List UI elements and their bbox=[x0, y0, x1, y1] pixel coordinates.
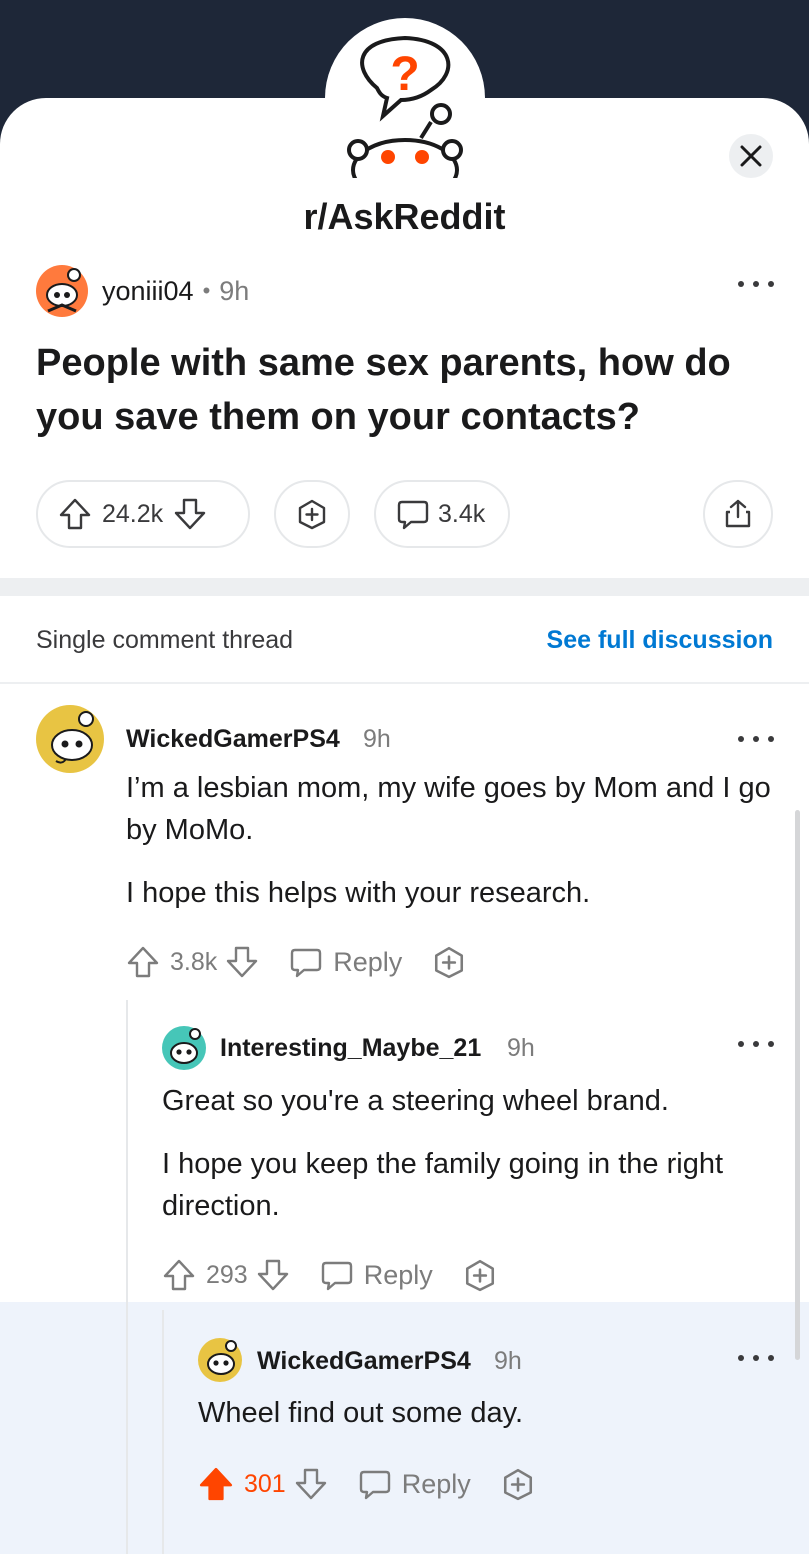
snoo-avatar-icon bbox=[198, 1338, 242, 1382]
post-age: 9h bbox=[219, 275, 250, 306]
comment-more-options-button[interactable] bbox=[738, 1352, 774, 1364]
post-share-button[interactable] bbox=[703, 480, 773, 548]
upvote-button[interactable] bbox=[198, 1466, 234, 1502]
comment-bubble-icon bbox=[321, 1261, 352, 1291]
comment-bubble-icon bbox=[291, 948, 322, 978]
comment-more-options-button[interactable] bbox=[738, 733, 774, 745]
comment-author[interactable]: WickedGamerPS4 bbox=[257, 1347, 471, 1376]
svg-text:?: ? bbox=[390, 48, 419, 101]
upvote-button[interactable] bbox=[126, 945, 160, 979]
comment-body: Great so you're a steering wheel brand. bbox=[162, 1085, 669, 1117]
post-meta: yoniii04 • 9h bbox=[36, 265, 249, 317]
upvote-arrow-icon bbox=[127, 946, 159, 978]
comment-age: 9h bbox=[494, 1347, 522, 1375]
downvote-button[interactable] bbox=[225, 945, 259, 979]
reply-button[interactable]: Reply bbox=[289, 945, 402, 979]
comment-body: I hope this helps with your research. bbox=[126, 877, 591, 909]
downvote-arrow-icon bbox=[227, 946, 258, 978]
downvote-arrow-icon bbox=[174, 498, 206, 530]
close-button[interactable] bbox=[729, 134, 773, 178]
downvote-button[interactable] bbox=[256, 1258, 290, 1292]
award-icon bbox=[503, 1468, 532, 1501]
upvote-arrow-filled-icon bbox=[199, 1467, 233, 1501]
post-author[interactable]: yoniii04 bbox=[102, 276, 194, 307]
post-comments-button[interactable]: 3.4k bbox=[374, 480, 510, 548]
award-icon bbox=[435, 946, 464, 979]
see-full-discussion-link[interactable]: See full discussion bbox=[547, 626, 773, 655]
comment-more-options-button[interactable] bbox=[738, 1038, 774, 1050]
award-button[interactable] bbox=[501, 1467, 535, 1501]
comment-body: I hope you keep the family going in the … bbox=[162, 1148, 724, 1222]
reply-label: Reply bbox=[363, 1259, 433, 1290]
thread-line[interactable] bbox=[126, 1000, 128, 1554]
comment-bubble-icon bbox=[359, 1470, 390, 1500]
downvote-button[interactable] bbox=[173, 497, 207, 531]
scrollbar[interactable] bbox=[795, 810, 800, 1360]
comment-avatar[interactable] bbox=[162, 1026, 206, 1070]
comment-author[interactable]: Interesting_Maybe_21 bbox=[220, 1034, 481, 1063]
downvote-arrow-icon bbox=[257, 1259, 288, 1291]
comment-actions: 301 Reply bbox=[198, 1466, 535, 1502]
subreddit-avatar[interactable]: ? bbox=[325, 18, 485, 178]
comment-body: I’m a lesbian mom, my wife goes by Mom a… bbox=[126, 772, 771, 846]
question-bubble-snoo-icon: ? bbox=[347, 35, 463, 178]
share-icon bbox=[725, 499, 751, 528]
downvote-button[interactable] bbox=[294, 1467, 328, 1501]
comment-avatar[interactable] bbox=[36, 705, 104, 773]
comment-actions: 293 Reply bbox=[162, 1258, 497, 1292]
comment-bubble-icon bbox=[397, 500, 429, 530]
reply-button[interactable]: Reply bbox=[320, 1258, 433, 1292]
post-vote-count: 24.2k bbox=[102, 499, 164, 528]
thread-line[interactable] bbox=[162, 1310, 164, 1554]
author-avatar[interactable] bbox=[36, 265, 88, 317]
upvote-button[interactable] bbox=[58, 497, 92, 531]
comment-body: Wheel find out some day. bbox=[198, 1397, 524, 1429]
award-button[interactable] bbox=[432, 945, 466, 979]
meta-separator: • bbox=[202, 278, 211, 303]
reply-label: Reply bbox=[333, 946, 403, 977]
post-title[interactable]: People with same sex parents, how do you… bbox=[36, 336, 776, 444]
award-icon bbox=[298, 499, 326, 530]
upvote-button[interactable] bbox=[162, 1258, 196, 1292]
section-divider bbox=[0, 578, 809, 596]
comment-age: 9h bbox=[507, 1034, 535, 1062]
comment-age: 9h bbox=[363, 725, 391, 753]
snoo-avatar-icon bbox=[36, 705, 104, 773]
snoo-avatar-icon bbox=[36, 265, 88, 317]
subreddit-name[interactable]: r/AskReddit bbox=[0, 196, 809, 238]
upvote-arrow-icon bbox=[163, 1259, 195, 1291]
comment-vote-count: 3.8k bbox=[170, 947, 218, 976]
reply-label: Reply bbox=[401, 1468, 471, 1499]
comment-vote-count: 301 bbox=[244, 1469, 286, 1498]
award-button[interactable] bbox=[463, 1258, 497, 1292]
close-icon bbox=[740, 145, 762, 167]
comment-author[interactable]: WickedGamerPS4 bbox=[126, 725, 340, 754]
comment-vote-count: 293 bbox=[206, 1260, 248, 1289]
thread-label: Single comment thread bbox=[36, 626, 294, 654]
upvote-arrow-icon bbox=[59, 498, 91, 530]
award-icon bbox=[465, 1259, 494, 1292]
post-more-options-button[interactable] bbox=[738, 278, 774, 290]
comment-actions: 3.8k Reply bbox=[126, 945, 466, 979]
reply-button[interactable]: Reply bbox=[358, 1467, 471, 1501]
post-vote-bar: 24.2k bbox=[36, 480, 250, 548]
downvote-arrow-icon bbox=[295, 1468, 326, 1500]
post-award-button[interactable] bbox=[274, 480, 350, 548]
snoo-avatar-icon bbox=[162, 1026, 206, 1070]
post-comment-count: 3.4k bbox=[438, 499, 486, 528]
comment-avatar[interactable] bbox=[198, 1338, 242, 1382]
thread-bar: Single comment thread See full discussio… bbox=[0, 596, 809, 684]
